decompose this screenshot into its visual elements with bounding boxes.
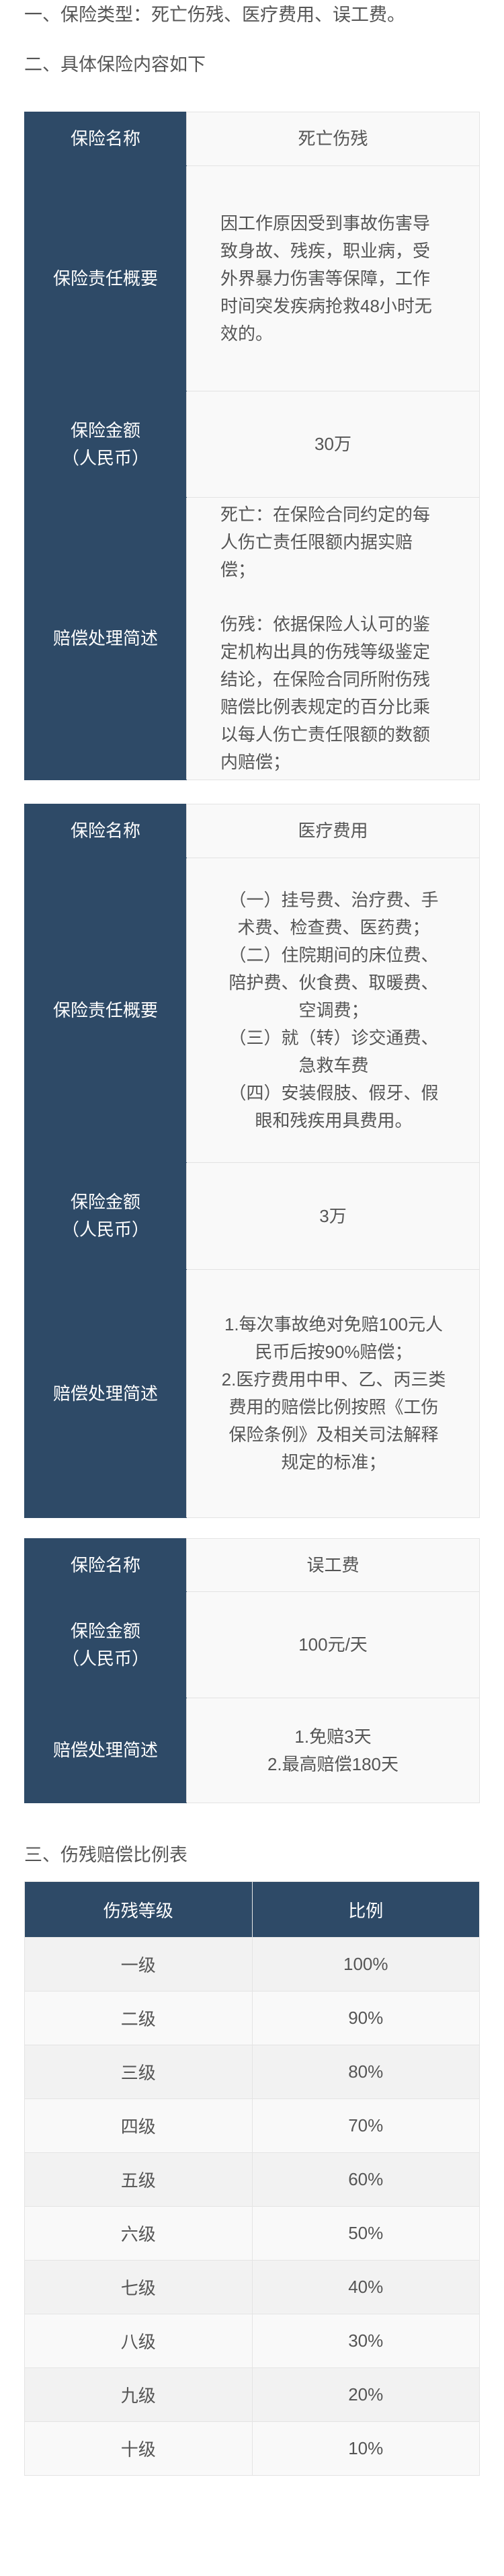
ratio-cell: 100%	[251, 1937, 480, 1992]
table-row: 四级 70%	[24, 2098, 480, 2153]
overview-text: 因工作原因受到事故伤害导致身故、残疾，职业病，受外界暴力伤害等保障，工作时间突发…	[220, 213, 432, 344]
claim-label: 赔偿处理简述	[24, 497, 187, 780]
claim-label: 赔偿处理简述	[24, 1698, 187, 1803]
column-header-ratio: 比例	[251, 1881, 480, 1938]
table-row: 一级 100%	[24, 1937, 480, 1992]
table-row: 六级 50%	[24, 2206, 480, 2261]
overview-item: （四）安装假肢、假牙、假眼和残疾用具费用。	[228, 1082, 439, 1131]
amount-label-line1: 保险金额	[70, 1192, 140, 1212]
claim-disability-text: 伤残：依据保险人认可的鉴定机构出具的伤残等级鉴定结论，在保险合同所附伤残赔偿比例…	[220, 614, 431, 772]
death-disability-table: 保险名称 死亡伤残 保险责任概要 因工作原因受到事故伤害导致身故、残疾，职业病，…	[24, 112, 480, 780]
name-value: 误工费	[186, 1538, 480, 1592]
name-label: 保险名称	[24, 112, 187, 166]
column-header-grade: 伤残等级	[24, 1881, 253, 1938]
claim-death-text: 死亡：在保险合同约定的每人伤亡责任限额内据实赔偿；	[220, 504, 431, 580]
ratio-cell: 50%	[251, 2206, 480, 2261]
grade-cell: 十级	[24, 2421, 253, 2476]
amount-label-line2: （人民币）	[61, 447, 149, 468]
claim-label: 赔偿处理简述	[24, 1269, 187, 1518]
table-row: 五级 60%	[24, 2152, 480, 2207]
grade-cell: 五级	[24, 2152, 253, 2207]
overview-item: （二）住院期间的床位费、陪护费、伙食费、取暖费、空调费；	[228, 944, 439, 1020]
grade-cell: 八级	[24, 2314, 253, 2368]
claim-cell: 1.免赔3天 2.最高赔偿180天	[186, 1698, 480, 1803]
overview-item: （一）挂号费、治疗费、手术费、检查费、医药费；	[228, 889, 439, 938]
grade-cell: 一级	[24, 1937, 253, 1992]
amount-label-line1: 保险金额	[70, 420, 140, 441]
ratio-cell: 30%	[251, 2314, 480, 2368]
amount-label: 保险金额 （人民币）	[24, 1591, 187, 1698]
overview-label: 保险责任概要	[24, 858, 187, 1163]
grade-cell: 三级	[24, 2045, 253, 2099]
amount-label: 保险金额 （人民币）	[24, 391, 187, 498]
overview-cell: （一）挂号费、治疗费、手术费、检查费、医药费； （二）住院期间的床位费、陪护费、…	[186, 858, 480, 1163]
ratio-cell: 80%	[251, 2045, 480, 2099]
claim-line: 1.免赔3天	[294, 1726, 372, 1747]
name-value: 医疗费用	[186, 804, 480, 858]
amount-label-line2: （人民币）	[61, 1648, 149, 1669]
claim-cell: 死亡：在保险合同约定的每人伤亡责任限额内据实赔偿； 伤残：依据保险人认可的鉴定机…	[186, 497, 480, 780]
table-row: 八级 30%	[24, 2314, 480, 2368]
grade-cell: 二级	[24, 1991, 253, 2045]
amount-value: 30万	[186, 391, 480, 498]
grade-cell: 七级	[24, 2260, 253, 2314]
table-row: 十级 10%	[24, 2421, 480, 2476]
ratio-cell: 10%	[251, 2421, 480, 2476]
disability-ratio-table: 伤残等级 比例 一级 100% 二级 90% 三级 80% 四级 70% 五级 …	[24, 1881, 480, 2476]
name-label: 保险名称	[24, 1538, 187, 1592]
ratio-cell: 70%	[251, 2098, 480, 2153]
overview-item: （三）就（转）诊交通费、急救车费	[228, 1027, 439, 1075]
claim-line: 2.最高赔偿180天	[267, 1753, 399, 1774]
table-row: 三级 80%	[24, 2045, 480, 2099]
overview-cell: 因工作原因受到事故伤害导致身故、残疾，职业病，受外界暴力伤害等保障，工作时间突发…	[186, 165, 480, 391]
lost-work-table: 保险名称 误工费 保险金额 （人民币） 100元/天 赔偿处理简述 1.免赔3天…	[24, 1538, 480, 1803]
table-row: 二级 90%	[24, 1991, 480, 2045]
amount-value: 3万	[186, 1162, 480, 1270]
insurance-type-heading: 一、保险类型：死亡伤残、医疗费用、误工费。	[24, 5, 405, 25]
ratio-cell: 40%	[251, 2260, 480, 2314]
table-row: 九级 20%	[24, 2367, 480, 2422]
grade-cell: 四级	[24, 2098, 253, 2153]
grade-cell: 九级	[24, 2367, 253, 2422]
amount-label: 保险金额 （人民币）	[24, 1162, 187, 1270]
ratio-cell: 90%	[251, 1991, 480, 2045]
table-row: 七级 40%	[24, 2260, 480, 2314]
grade-cell: 六级	[24, 2206, 253, 2261]
name-value: 死亡伤残	[186, 112, 480, 166]
medical-table: 保险名称 医疗费用 保险责任概要 （一）挂号费、治疗费、手术费、检查费、医药费；…	[24, 804, 480, 1518]
disability-ratio-heading: 三、伤残赔偿比例表	[24, 1845, 187, 1865]
ratio-cell: 60%	[251, 2152, 480, 2207]
amount-label-line2: （人民币）	[61, 1219, 149, 1240]
name-label: 保险名称	[24, 804, 187, 858]
claim-text: 1.每次事故绝对免赔100元人民币后按90%赔偿； 2.医疗费用中甲、乙、丙三类…	[221, 1314, 446, 1472]
amount-value: 100元/天	[186, 1591, 480, 1698]
ratio-cell: 20%	[251, 2367, 480, 2422]
amount-label-line1: 保险金额	[70, 1620, 140, 1641]
claim-cell: 1.每次事故绝对免赔100元人民币后按90%赔偿； 2.医疗费用中甲、乙、丙三类…	[186, 1269, 480, 1518]
overview-label: 保险责任概要	[24, 165, 187, 391]
insurance-content-heading: 二、具体保险内容如下	[24, 54, 206, 75]
